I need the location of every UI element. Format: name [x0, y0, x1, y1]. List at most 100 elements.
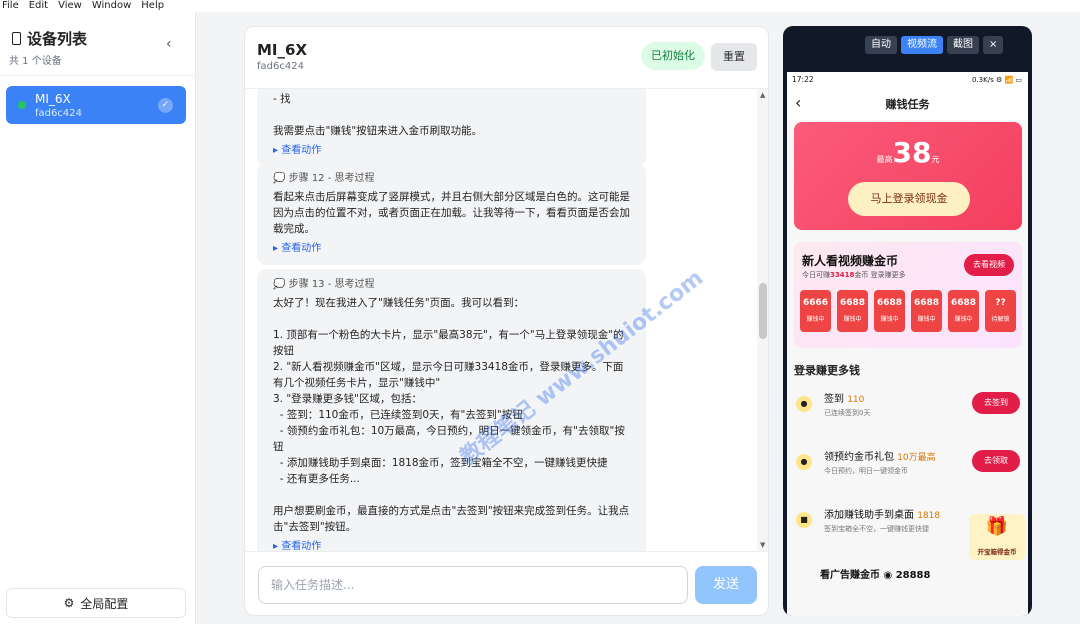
device-count: 共 1 个设备 — [9, 56, 62, 67]
status-time: 17:22 — [792, 75, 814, 84]
coin-card[interactable]: 6688 赚钱中 — [874, 290, 905, 332]
view-action-link[interactable]: ▸ 查看动作 — [273, 241, 630, 257]
coin-tag: 赚钱中 — [917, 316, 936, 323]
login-cash-button[interactable]: 马上登录领现金 — [848, 182, 970, 216]
menu-view[interactable]: View — [58, 0, 82, 12]
status-right: 0.3K/s ⚙ 📶 ▭ — [971, 76, 1022, 84]
step-header: 💭 步骤 12 - 思考过程 — [273, 173, 375, 184]
view-action-link[interactable]: ▸ 查看动作 — [273, 143, 630, 159]
sidebar: 设备列表 共 1 个设备 ‹ MI_6X fad6c424 ✓ ⚙ 全局配置 — [0, 12, 196, 624]
cash-value: 38 — [892, 136, 932, 169]
claim-button[interactable]: 去领取 — [972, 450, 1020, 472]
menu-edit[interactable]: Edit — [29, 0, 48, 12]
chat-header: MI_6X fad6c424 已初始化 重置 — [245, 27, 768, 89]
task-name: 领预约金币礼包 10万最高 — [824, 448, 936, 463]
coin-value: 6688 — [913, 298, 940, 308]
step-header: 💭 步骤 13 - 思考过程 — [273, 279, 375, 290]
task-title: 添加赚钱助手到桌面 — [824, 510, 914, 521]
global-config-label: 全局配置 — [80, 596, 129, 611]
task-reward: 1818 — [917, 511, 941, 521]
step-title: 步骤 12 - 思考过程 — [288, 173, 375, 184]
video-sub-prefix: 今日可赚 — [802, 271, 830, 279]
message-text: - 找 我需要点击"赚钱"按钮来进入金币刷取功能。 — [273, 93, 483, 137]
task-title: 签到 — [824, 394, 844, 405]
view-action-link[interactable]: ▸ 查看动作 — [273, 539, 630, 551]
coin-card[interactable]: ?? 待解锁 — [985, 290, 1016, 332]
task-title: 领预约金币礼包 — [824, 452, 894, 463]
task-desc: 已连续签到0天 — [824, 409, 871, 417]
task-row: ● 领预约金币礼包 10万最高 今日预约，明日一键领金币 去领取 — [794, 442, 1022, 486]
message-bubble: 💭 步骤 13 - 思考过程 太好了！现在我进入了"赚钱任务"页面。我可以看到：… — [257, 269, 646, 551]
checkin-button[interactable]: 去签到 — [972, 392, 1020, 414]
coin-card[interactable]: 6688 赚钱中 — [837, 290, 868, 332]
menu-bar: File Edit View Window Help — [0, 0, 1080, 12]
scroll-thumb[interactable] — [759, 283, 767, 339]
scroll-up-icon[interactable]: ▲ — [760, 91, 765, 99]
menu-help[interactable]: Help — [141, 0, 164, 12]
video-sub-amount: 33418 — [830, 271, 855, 279]
sidebar-title-text: 设备列表 — [27, 30, 88, 48]
cash-prefix: 最高 — [876, 155, 893, 164]
treasure-box-widget[interactable]: 🎁 开宝箱得金币 — [969, 514, 1025, 560]
coin-tag: 赚钱中 — [954, 316, 973, 323]
watch-video-button[interactable]: 去看视频 — [964, 254, 1014, 276]
coin-icon: ● — [796, 396, 812, 412]
check-icon: ✓ — [158, 98, 173, 113]
video-card: 新人看视频赚金币 今日可赚33418金币 登录赚更多 去看视频 6666 赚钱中 … — [794, 242, 1022, 348]
video-stream-button[interactable]: 视频流 — [901, 36, 943, 54]
global-config-button[interactable]: ⚙ 全局配置 — [6, 588, 186, 618]
coin-card[interactable]: 6688 赚钱中 — [911, 290, 942, 332]
close-icon[interactable]: × — [983, 36, 1004, 54]
chat-device-serial: fad6c424 — [257, 61, 304, 72]
task-name: 添加赚钱助手到桌面 1818 — [824, 506, 940, 521]
app-nav: ‹ 赚钱任务 — [787, 88, 1028, 120]
coin-tag: 赚钱中 — [880, 316, 899, 323]
task-partial: 看广告赚金币 ◉ 28888 — [820, 570, 931, 581]
online-dot-icon — [18, 101, 26, 109]
message-text: 太好了！现在我进入了"赚钱任务"页面。我可以看到： 1. 顶部有一个粉色的大卡片… — [273, 297, 630, 533]
gift-icon: 🎁 — [985, 516, 1009, 537]
message-bubble: 💭 步骤 12 - 思考过程 看起来点击后屏幕变成了竖屏模式，并且右侧大部分区域… — [257, 163, 646, 265]
scrollbar[interactable]: ▲ ▼ — [757, 89, 768, 551]
menu-file[interactable]: File — [2, 0, 19, 12]
coin-card[interactable]: 6666 赚钱中 — [800, 290, 831, 332]
coin-row: 6666 赚钱中 6688 赚钱中 6688 赚钱中 6688 赚钱中 6688 赚钱中 … — [800, 290, 1016, 332]
coin-value: 6688 — [950, 298, 977, 308]
video-title: 新人看视频赚金币 — [802, 254, 899, 268]
cash-unit: 元 — [931, 155, 940, 164]
message-text: 看起来点击后屏幕变成了竖屏模式，并且右侧大部分区域是白色的。这可能是因为点击的位… — [273, 191, 630, 235]
task-desc: 签到宝箱全不空，一键赚钱更快捷 — [824, 525, 929, 533]
coin-tag: 待解锁 — [991, 316, 1010, 323]
chevron-left-icon[interactable]: ‹ — [166, 36, 172, 52]
step-title: 步骤 13 - 思考过程 — [288, 279, 375, 290]
device-serial: fad6c424 — [35, 108, 82, 119]
device-item[interactable]: MI_6X fad6c424 ✓ — [6, 86, 186, 124]
screenshot-button[interactable]: 截图 — [947, 36, 979, 54]
chat-panel: MI_6X fad6c424 已初始化 重置 - 找 我需要点击"赚钱"按钮来进… — [244, 26, 769, 616]
phone-screen[interactable]: 17:22 0.3K/s ⚙ 📶 ▭ ‹ 赚钱任务 最高38元 马上登录领现金 … — [787, 72, 1028, 616]
phone-icon — [12, 32, 21, 45]
sidebar-header: 设备列表 共 1 个设备 ‹ — [0, 12, 196, 76]
gear-icon: ⚙ — [63, 596, 75, 610]
coin-value: ?? — [995, 298, 1006, 308]
task-input[interactable] — [258, 566, 688, 604]
phone-toolbar: 自动 视频流 截图 × — [865, 36, 1004, 54]
scroll-down-icon[interactable]: ▼ — [760, 541, 765, 549]
reset-button[interactable]: 重置 — [711, 43, 757, 71]
status-badge: 已初始化 — [641, 42, 705, 70]
send-button[interactable]: 发送 — [695, 566, 757, 604]
task-name: 签到 110 — [824, 390, 864, 405]
sidebar-title: 设备列表 — [12, 28, 87, 49]
coin-tag: 赚钱中 — [843, 316, 862, 323]
task-desc: 今日预约，明日一键领金币 — [824, 467, 908, 475]
menu-window[interactable]: Window — [92, 0, 131, 12]
desktop-icon: ■ — [796, 512, 812, 528]
cash-amount: 最高38元 — [794, 136, 1022, 169]
auto-button[interactable]: 自动 — [865, 36, 897, 54]
coin-value: 6688 — [876, 298, 903, 308]
coin-value: 6688 — [839, 298, 866, 308]
device-name: MI_6X — [35, 92, 71, 106]
coin-card[interactable]: 6688 赚钱中 — [948, 290, 979, 332]
piggy-bank-icon: ● — [796, 454, 812, 470]
cash-card: 最高38元 马上登录领现金 — [794, 122, 1022, 230]
